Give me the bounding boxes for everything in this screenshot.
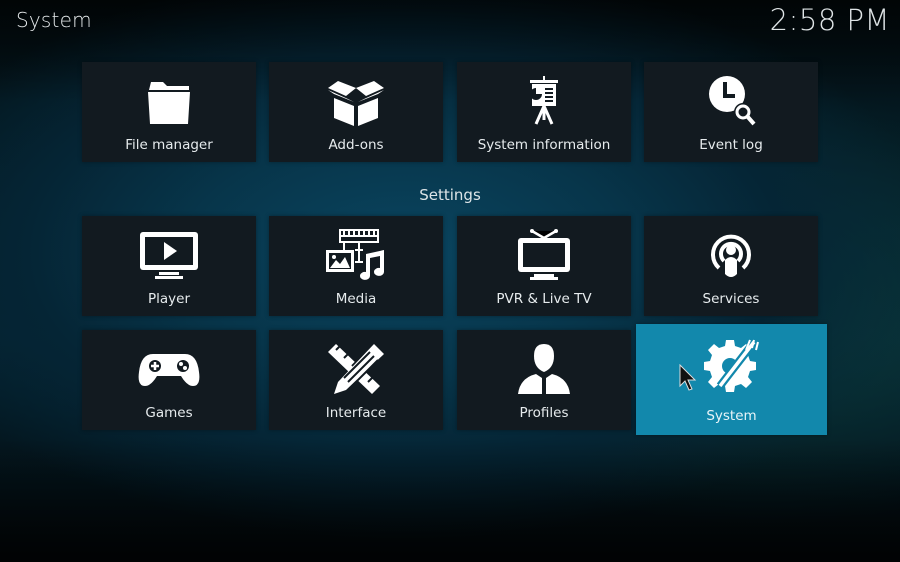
tile-label: PVR & Live TV [496,291,592,307]
presentation-board-icon [512,74,576,128]
gamepad-icon [137,342,201,396]
tile-label: Services [702,291,760,307]
tile-system-information[interactable]: System information [457,62,631,162]
tile-label: Games [145,405,193,421]
page-title: System [16,8,92,32]
tile-add-ons[interactable]: Add-ons [269,62,443,162]
monitor-play-icon [137,228,201,282]
tile-label: System [706,408,757,424]
open-box-icon [324,74,388,128]
tile-event-log[interactable]: Event log [644,62,818,162]
tile-media[interactable]: Media [269,216,443,316]
tile-player[interactable]: Player [82,216,256,316]
clock-search-icon [699,74,763,128]
tile-pvr-live-tv[interactable]: PVR & Live TV [457,216,631,316]
tile-label: Add-ons [328,137,384,153]
ruler-pencil-icon [324,342,388,396]
user-profile-icon [512,342,576,396]
tile-file-manager[interactable]: File manager [82,62,256,162]
tile-label: Media [335,291,377,307]
tile-label: Player [147,291,190,307]
tile-label: Profiles [519,405,569,421]
media-filmstrip-music-icon [324,228,388,282]
clock: 2:58 PM [769,3,890,37]
broadcast-user-icon [699,228,763,282]
tile-interface[interactable]: Interface [269,330,443,430]
tile-label: File manager [125,137,213,153]
settings-section-label: Settings [419,186,481,204]
tile-label: Event log [699,137,763,153]
mouse-pointer-icon [679,364,697,391]
tv-antenna-icon [512,228,576,282]
tile-services[interactable]: Services [644,216,818,316]
tile-games[interactable]: Games [82,330,256,430]
tile-label: Interface [325,405,387,421]
tile-profiles[interactable]: Profiles [457,330,631,430]
folder-icon [137,74,201,128]
tile-system[interactable]: System [636,324,827,435]
gear-wrench-icon [700,338,764,392]
tile-label: System information [477,137,611,153]
